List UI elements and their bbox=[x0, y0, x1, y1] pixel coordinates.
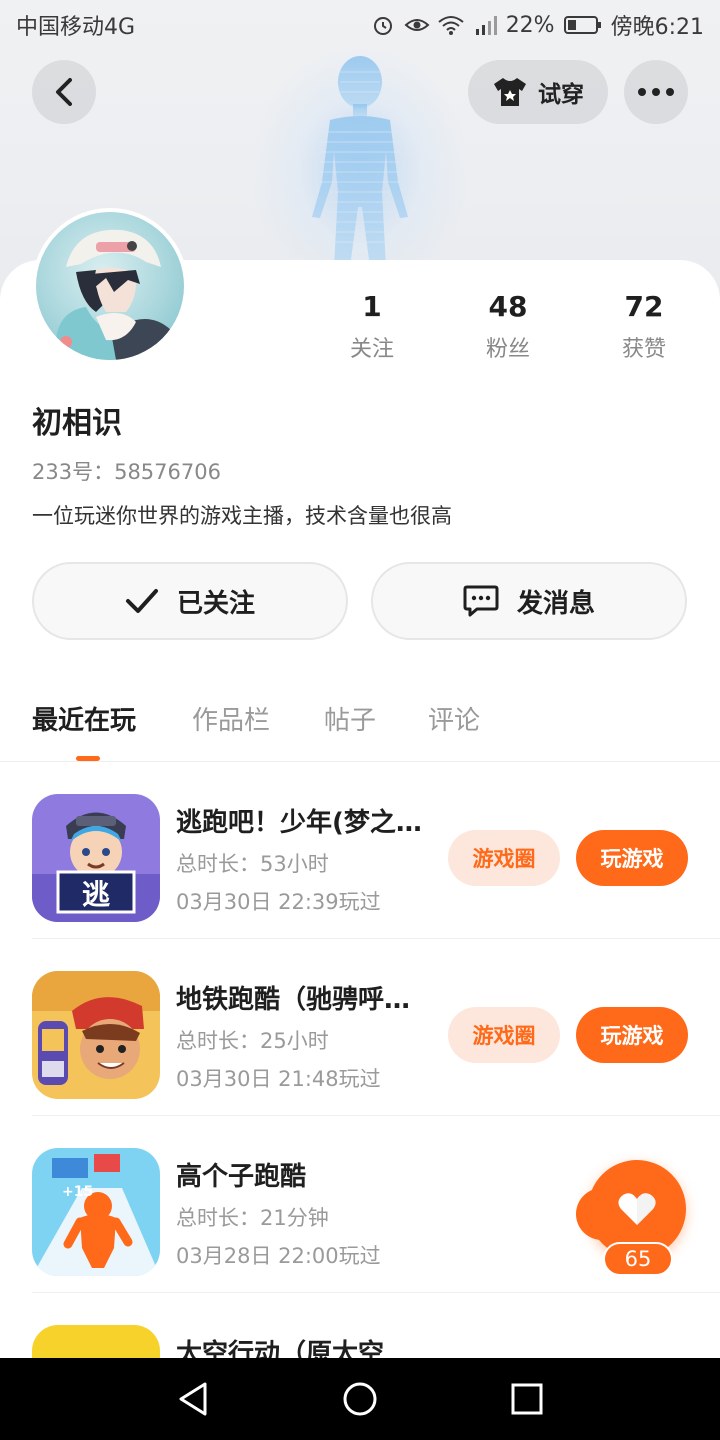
back-button[interactable] bbox=[32, 60, 96, 124]
try-on-button[interactable]: 试穿 bbox=[468, 60, 608, 124]
game-title: 地铁跑酷（驰骋呼… bbox=[176, 985, 411, 1015]
play-game-button[interactable]: 玩游戏 bbox=[576, 1007, 688, 1063]
eye-comfort-icon bbox=[404, 12, 430, 38]
tshirt-icon bbox=[494, 78, 526, 106]
nav-home-button[interactable] bbox=[330, 1369, 390, 1429]
active-tab-indicator bbox=[76, 756, 100, 761]
send-message-button[interactable]: 发消息 bbox=[371, 562, 687, 640]
likes-stat[interactable]: 72 获赞 bbox=[584, 290, 704, 363]
profile-bio: 一位玩迷你世界的游戏主播，技术含量也很高 bbox=[32, 504, 452, 528]
followed-label: 已关注 bbox=[176, 588, 255, 619]
triangle-back-icon bbox=[179, 1382, 207, 1416]
profile-id: 233号：58576706 bbox=[32, 460, 221, 484]
followers-stat[interactable]: 48 粉丝 bbox=[448, 290, 568, 363]
subway-surfers-icon bbox=[32, 971, 160, 1099]
nav-recents-button[interactable] bbox=[497, 1369, 557, 1429]
avatar-illustration bbox=[55, 229, 176, 360]
game-title: 高个子跑酷 bbox=[176, 1162, 307, 1192]
tall-runner-icon: +15 bbox=[32, 1148, 160, 1276]
send-message-label: 发消息 bbox=[516, 588, 595, 619]
svg-text:+15: +15 bbox=[62, 1184, 93, 1200]
profile-tabs: 最近在玩 作品栏 帖子 评论 bbox=[0, 690, 720, 762]
game-circle-button[interactable]: 游戏圈 bbox=[448, 1007, 560, 1063]
game-circle-button[interactable]: 游戏圈 bbox=[448, 830, 560, 886]
tab-comments[interactable]: 评论 bbox=[428, 700, 480, 737]
try-on-label: 试穿 bbox=[538, 82, 584, 108]
signal-icon bbox=[472, 12, 498, 38]
alarm-icon bbox=[370, 12, 396, 38]
game-duration: 总时长：53小时 bbox=[176, 852, 329, 876]
play-game-button[interactable]: 玩游戏 bbox=[576, 830, 688, 886]
followed-button[interactable]: 已关注 bbox=[32, 562, 348, 640]
escape-game-icon: 逃 bbox=[32, 794, 160, 922]
chat-bubble-icon bbox=[463, 585, 499, 617]
followers-count: 48 bbox=[488, 290, 528, 323]
tab-recently-played[interactable]: 最近在玩 bbox=[32, 700, 136, 737]
battery-percent: 22% bbox=[505, 12, 555, 38]
followers-label: 粉丝 bbox=[485, 337, 530, 362]
profile-name: 初相识 bbox=[32, 406, 122, 441]
likes-count: 72 bbox=[624, 290, 664, 323]
clock-time: 傍晚6:21 bbox=[610, 15, 704, 40]
following-label: 关注 bbox=[349, 337, 394, 362]
like-count-badge: 65 bbox=[603, 1242, 673, 1276]
more-options-button[interactable] bbox=[624, 60, 688, 124]
game-title: 逃跑吧！少年(梦之… bbox=[176, 808, 422, 838]
status-bar: 中国移动4G 22% 傍晚6:21 bbox=[0, 0, 720, 50]
following-stat[interactable]: 1 关注 bbox=[312, 290, 432, 363]
chevron-left-icon bbox=[56, 78, 72, 106]
carrier-label: 中国移动4G bbox=[16, 15, 136, 40]
svg-text:逃: 逃 bbox=[82, 878, 110, 911]
likes-label: 获赞 bbox=[621, 337, 666, 362]
heart-icon bbox=[618, 1193, 656, 1225]
3d-avatar-figure bbox=[312, 56, 408, 267]
tab-posts[interactable]: 帖子 bbox=[324, 700, 376, 737]
nav-back-button[interactable] bbox=[163, 1369, 223, 1429]
following-count: 1 bbox=[362, 290, 382, 323]
game-last-played: 03月28日 22:00玩过 bbox=[176, 1244, 381, 1268]
game-last-played: 03月30日 21:48玩过 bbox=[176, 1067, 381, 1091]
game-duration: 总时长：25小时 bbox=[176, 1029, 329, 1053]
square-recents-icon bbox=[511, 1383, 543, 1415]
system-navigation-bar bbox=[0, 1358, 720, 1440]
more-dots-icon bbox=[638, 88, 674, 96]
battery-icon bbox=[563, 12, 603, 38]
game-list-item[interactable]: 逃 逃跑吧！少年(梦之… 总时长：53小时 03月30日 22:39玩过 游戏圈… bbox=[0, 762, 720, 939]
game-duration: 总时长：21分钟 bbox=[176, 1206, 329, 1230]
avatar[interactable] bbox=[32, 208, 188, 364]
wifi-icon bbox=[438, 12, 464, 38]
game-list-item[interactable]: 地铁跑酷（驰骋呼… 总时长：25小时 03月30日 21:48玩过 游戏圈 玩游… bbox=[0, 939, 720, 1116]
game-last-played: 03月30日 22:39玩过 bbox=[176, 890, 381, 914]
checkmark-icon bbox=[125, 589, 158, 613]
tab-works[interactable]: 作品栏 bbox=[192, 700, 270, 737]
circle-home-icon bbox=[343, 1382, 377, 1416]
